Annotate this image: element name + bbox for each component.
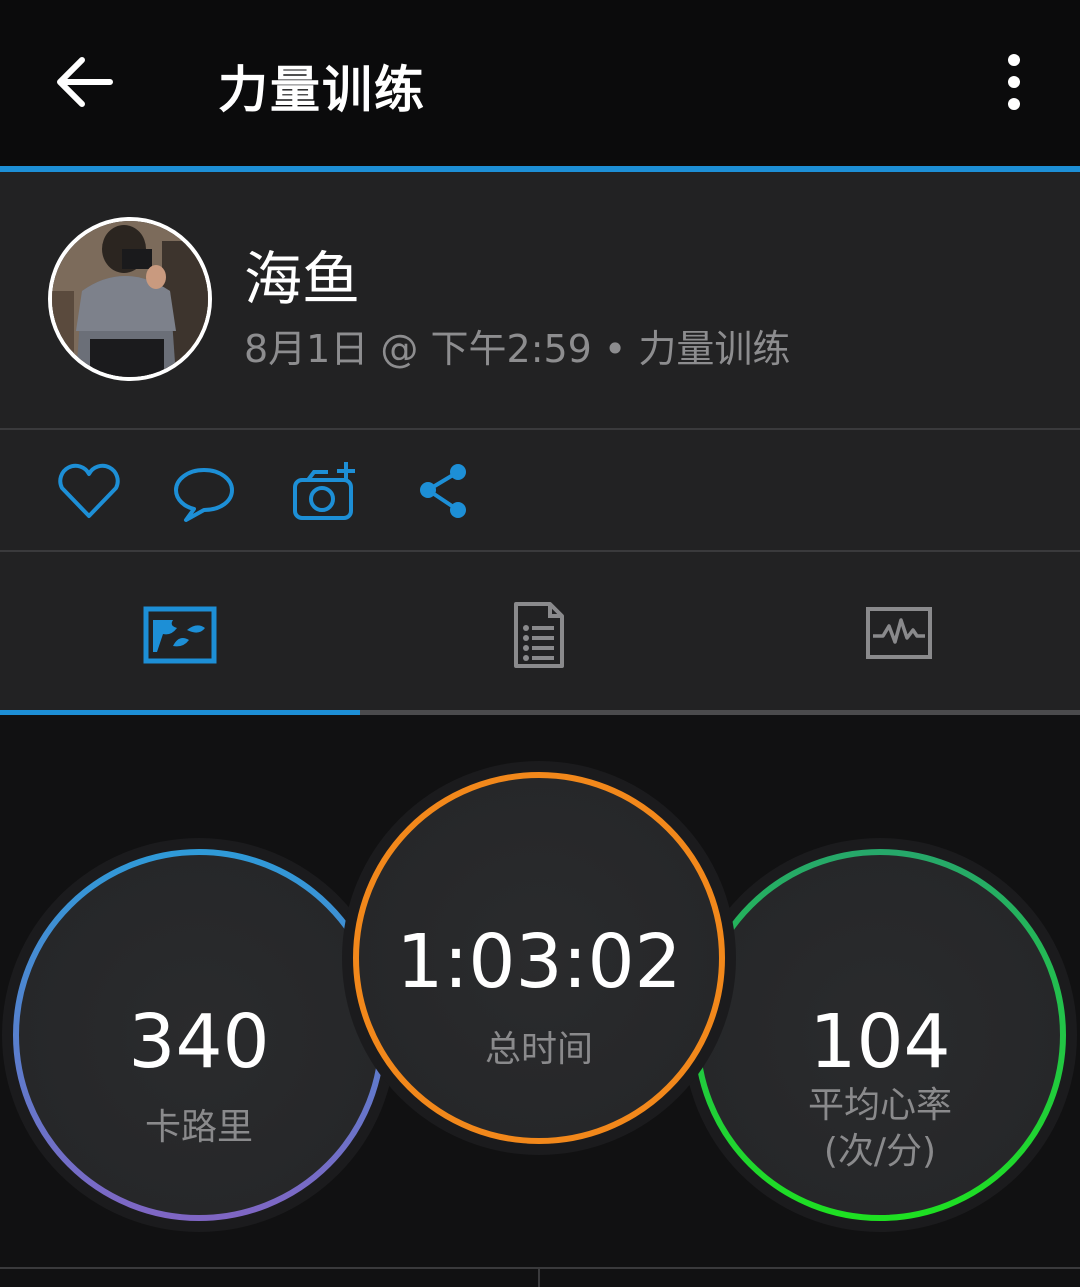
user-name[interactable]: 海鱼 [244,232,360,316]
page-title: 力量训练 [218,61,426,119]
avatar-photo [52,221,208,377]
app-bar: 力量训练 [0,0,1080,166]
activity-owner-section: 海鱼 8月1日 @ 下午2:59 • 力量训练 [0,172,1080,428]
total-time-value: 1:03:02 [396,919,682,1005]
activity-meta: 8月1日 @ 下午2:59 • 力量训练 [244,327,791,371]
calories-label: 卡路里 [144,1107,253,1148]
calories-value: 340 [128,999,270,1085]
heart-icon[interactable] [54,460,124,524]
add-photo-icon[interactable] [290,460,360,524]
tab-details-list-icon[interactable] [512,600,566,670]
divider [538,1267,540,1287]
avg-heart-rate-value: 104 [809,999,951,1085]
comment-icon[interactable] [172,460,236,524]
avg-heart-rate-label: 平均心率 [807,1085,952,1126]
avatar[interactable] [48,217,212,381]
share-icon[interactable] [414,460,472,524]
tab-bar [0,552,1080,710]
more-vertical-icon[interactable] [996,52,1032,112]
tab-overview-map-icon[interactable] [143,600,217,670]
arrow-left-icon[interactable] [52,52,116,112]
social-actions-bar [0,430,1080,550]
total-time-label: 总时间 [484,1029,593,1070]
divider [0,1267,1080,1269]
avg-heart-rate-unit: (次/分) [823,1131,937,1172]
stats-section: 340 卡路里 1:03:02 总时间 104 平均心率 (次/分) [0,715,1080,1287]
tab-chart-activity-icon[interactable] [865,606,933,660]
